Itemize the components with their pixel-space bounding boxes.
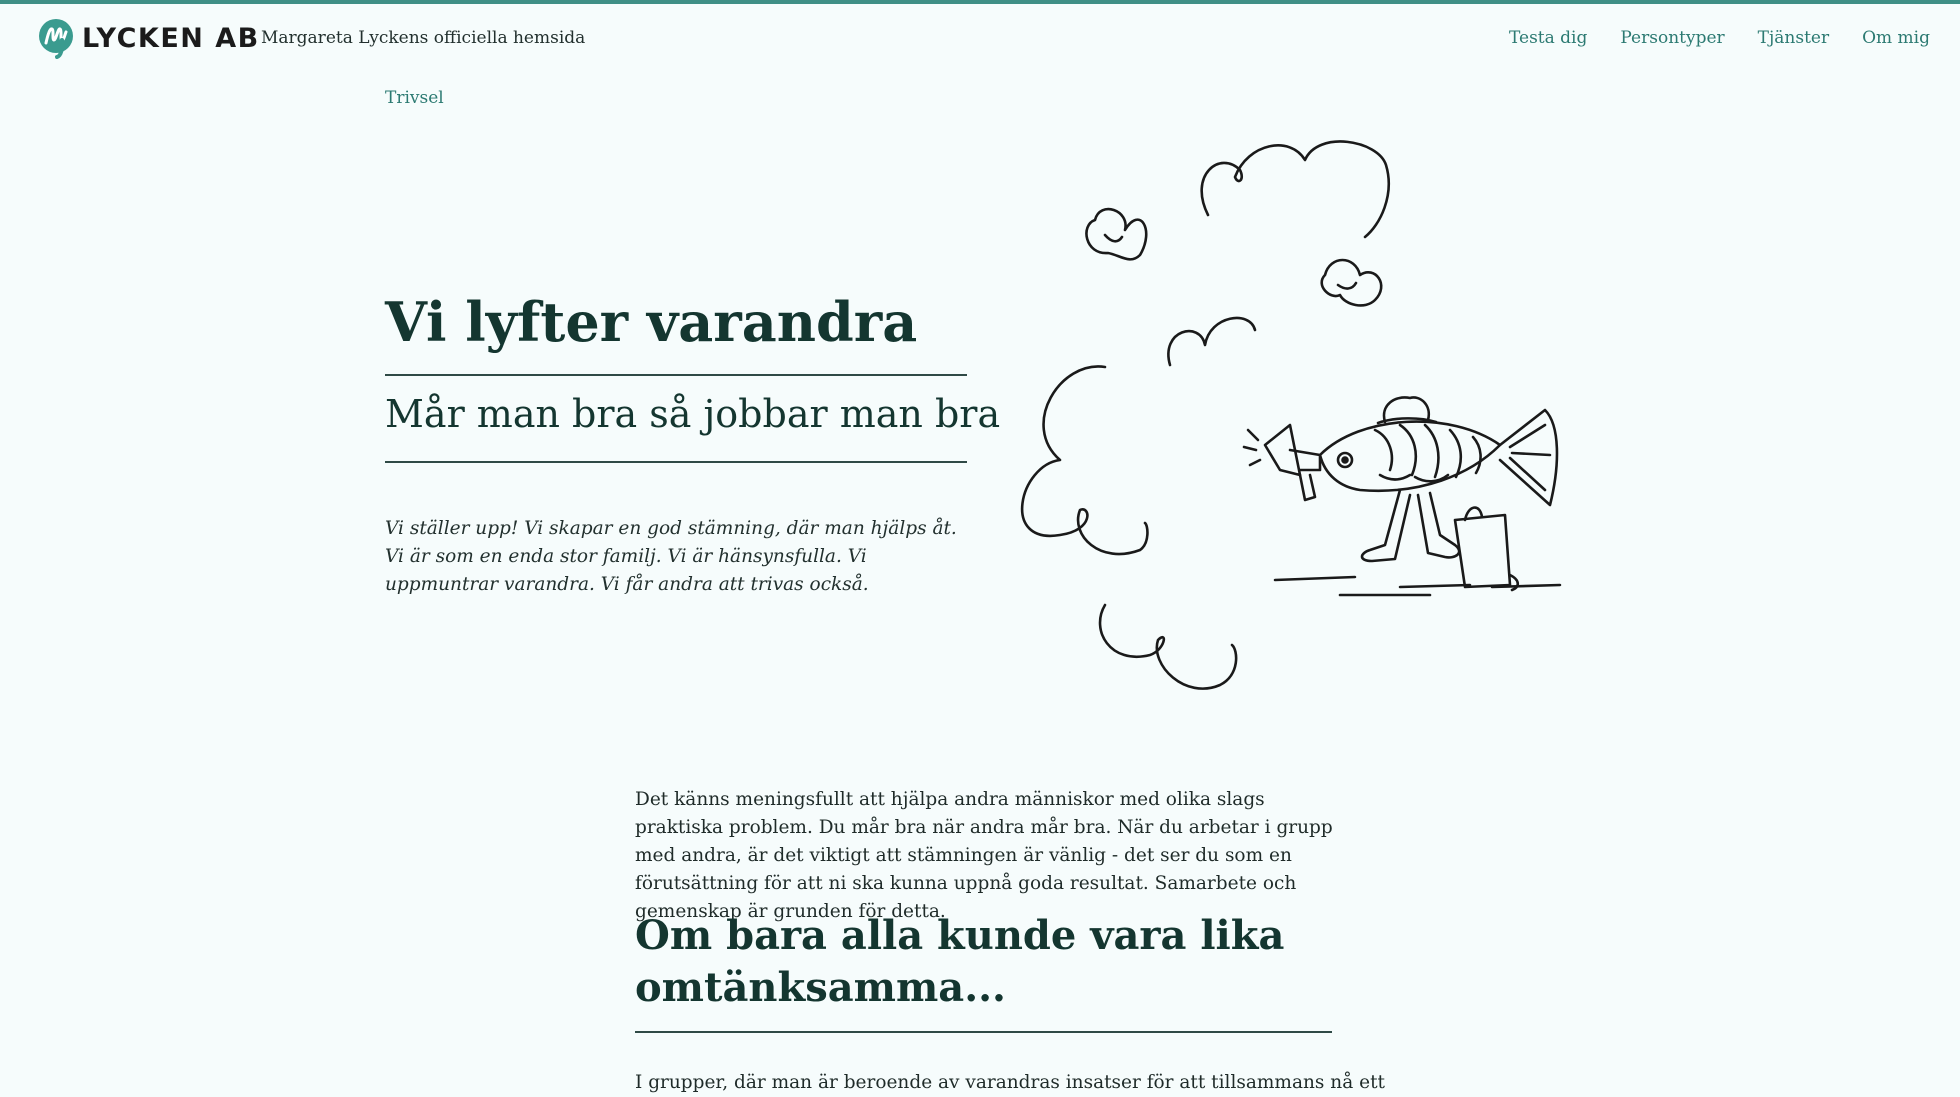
article-heading: Om bara alla kunde vara lika omtänksamma… bbox=[635, 912, 1285, 1011]
breadcrumb-link[interactable]: Trivsel bbox=[385, 88, 444, 108]
fish-with-megaphone-illustration bbox=[1020, 140, 1562, 690]
nav-item-persontyper[interactable]: Persontyper bbox=[1620, 28, 1724, 48]
article-paragraph-2: I grupper, där man är beroende av varand… bbox=[635, 1071, 1385, 1093]
intro-text: Vi ställer upp! Vi skapar en god stämnin… bbox=[385, 517, 957, 595]
title-divider bbox=[385, 374, 967, 376]
page-title: Vi lyfter varandra bbox=[385, 290, 918, 354]
logo-text: LYCKEN AB bbox=[82, 22, 260, 54]
subtitle-divider bbox=[385, 461, 967, 463]
page-subtitle: Mår man bra så jobbar man bra bbox=[385, 392, 1001, 436]
site-header: LYCKEN AB Margareta Lyckens officiella h… bbox=[0, 4, 1960, 68]
article-heading-divider bbox=[635, 1031, 1332, 1033]
nav-item-tjanster[interactable]: Tjänster bbox=[1758, 28, 1829, 48]
article-paragraph-1: Det känns meningsfullt att hjälpa andra … bbox=[635, 788, 1333, 922]
logo-link[interactable]: LYCKEN AB bbox=[36, 16, 260, 60]
nav-item-om-mig[interactable]: Om mig bbox=[1862, 28, 1930, 48]
main-nav: Testa dig Persontyper Tjänster Om mig bbox=[1509, 28, 1930, 48]
logo-m-icon bbox=[39, 19, 73, 59]
nav-item-testa-dig[interactable]: Testa dig bbox=[1509, 28, 1587, 48]
site-tagline: Margareta Lyckens officiella hemsida bbox=[261, 28, 586, 48]
